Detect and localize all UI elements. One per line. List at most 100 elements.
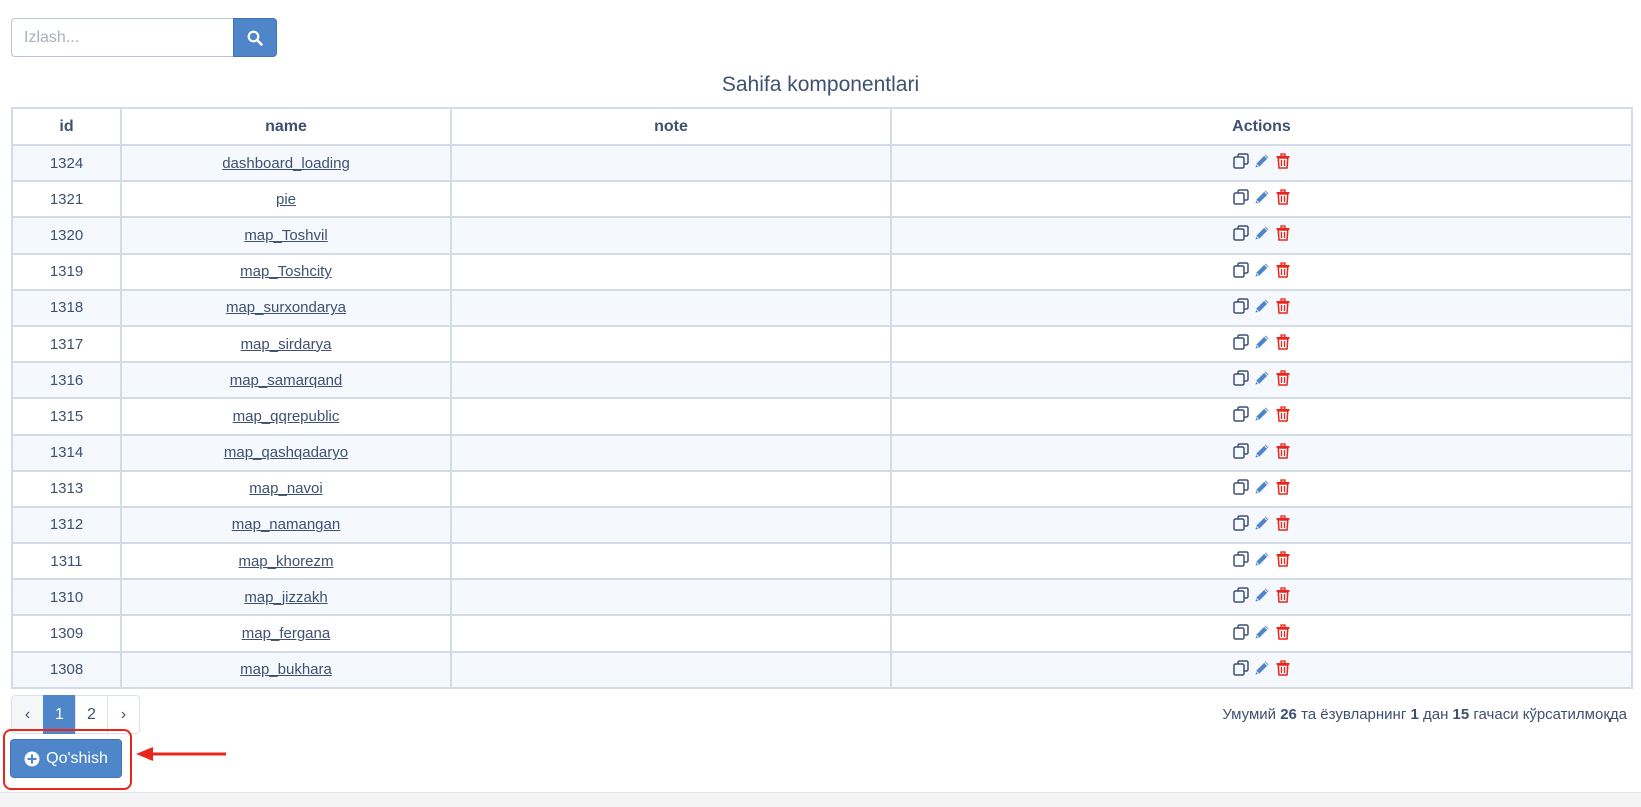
delete-icon[interactable]: [1275, 587, 1291, 604]
column-header-actions: Actions: [890, 107, 1633, 146]
cell-actions: [890, 578, 1633, 617]
edit-icon[interactable]: [1254, 406, 1270, 422]
delete-icon[interactable]: [1275, 153, 1291, 169]
summary-suffix: гачаси кўрсатилмоқда: [1469, 706, 1627, 723]
delete-icon[interactable]: [1275, 225, 1291, 242]
edit-icon[interactable]: [1254, 298, 1270, 314]
table-row: 1310 map_jizzakh: [11, 578, 1633, 617]
cell-name: map_samarqand: [120, 361, 452, 400]
copy-icon[interactable]: [1232, 225, 1249, 242]
component-name-link[interactable]: map_fergana: [242, 625, 330, 642]
row-actions: [1232, 261, 1291, 278]
edit-icon[interactable]: [1254, 479, 1270, 495]
column-header-note[interactable]: note: [450, 107, 892, 146]
delete-icon[interactable]: [1275, 370, 1291, 386]
row-actions: [1232, 370, 1291, 386]
delete-icon[interactable]: [1275, 515, 1291, 531]
summary-prefix: Умумий: [1222, 706, 1281, 723]
search-input[interactable]: [11, 18, 233, 57]
search-button[interactable]: [233, 18, 277, 57]
component-name-link[interactable]: pie: [276, 191, 296, 208]
column-header-name[interactable]: name: [120, 107, 452, 146]
delete-icon[interactable]: [1275, 623, 1291, 640]
copy-icon[interactable]: [1232, 442, 1249, 459]
cell-id: 1324: [11, 143, 122, 183]
delete-icon[interactable]: [1275, 334, 1291, 350]
edit-icon[interactable]: [1254, 370, 1270, 386]
copy-icon[interactable]: [1232, 261, 1249, 278]
copy-icon[interactable]: [1232, 334, 1249, 350]
copy-icon[interactable]: [1232, 298, 1249, 314]
copy-icon[interactable]: [1232, 515, 1249, 531]
copy-icon[interactable]: [1232, 189, 1249, 206]
cell-id: 1317: [11, 324, 122, 364]
cell-note: [450, 397, 892, 436]
component-name-link[interactable]: map_bukhara: [240, 661, 332, 678]
cell-id: 1313: [11, 469, 122, 508]
component-name-link[interactable]: map_navoi: [249, 480, 322, 497]
copy-icon[interactable]: [1232, 153, 1249, 169]
edit-icon[interactable]: [1254, 587, 1270, 603]
cell-note: [450, 180, 892, 219]
edit-icon[interactable]: [1254, 189, 1270, 205]
cell-actions: [890, 143, 1633, 183]
delete-icon[interactable]: [1275, 660, 1291, 676]
component-name-link[interactable]: map_qashqadaryo: [224, 444, 348, 461]
delete-icon[interactable]: [1275, 189, 1291, 206]
component-name-link[interactable]: map_qqrepublic: [233, 408, 340, 425]
component-name-link[interactable]: map_surxondarya: [226, 299, 346, 316]
table-row: 1324 dashboard_loading: [11, 143, 1633, 183]
delete-icon[interactable]: [1275, 551, 1291, 567]
component-name-link[interactable]: map_sirdarya: [241, 336, 332, 353]
copy-icon[interactable]: [1232, 479, 1249, 495]
cell-actions: [890, 614, 1633, 653]
add-button[interactable]: Qo'shish: [10, 739, 122, 778]
edit-icon[interactable]: [1254, 624, 1270, 640]
component-name-link[interactable]: map_Toshvil: [244, 227, 327, 244]
edit-icon[interactable]: [1254, 262, 1270, 278]
search-bar: [11, 18, 277, 57]
edit-icon[interactable]: [1254, 660, 1270, 676]
delete-icon[interactable]: [1275, 262, 1291, 278]
copy-icon[interactable]: [1232, 587, 1249, 604]
delete-icon[interactable]: [1275, 406, 1291, 423]
cell-actions: [890, 397, 1633, 436]
cell-name: pie: [120, 180, 452, 219]
component-name-link[interactable]: map_khorezm: [238, 553, 333, 570]
row-actions: [1232, 442, 1291, 459]
cell-note: [450, 433, 892, 472]
delete-icon[interactable]: [1275, 479, 1291, 495]
copy-icon[interactable]: [1232, 623, 1249, 640]
copy-icon[interactable]: [1232, 659, 1249, 676]
edit-icon[interactable]: [1254, 334, 1270, 350]
component-name-link[interactable]: map_samarqand: [230, 372, 343, 389]
table-row: 1314 map_qashqadaryo: [11, 433, 1633, 472]
edit-icon[interactable]: [1254, 225, 1270, 241]
component-name-link[interactable]: map_Toshcity: [240, 263, 332, 280]
cell-name: map_jizzakh: [120, 578, 452, 617]
edit-icon[interactable]: [1254, 153, 1270, 169]
copy-icon[interactable]: [1232, 370, 1249, 386]
edit-icon[interactable]: [1254, 551, 1270, 567]
column-header-id[interactable]: id: [11, 107, 122, 146]
cell-id: 1321: [11, 180, 122, 219]
cell-note: [450, 143, 892, 183]
cell-id: 1308: [11, 650, 122, 689]
copy-icon[interactable]: [1232, 406, 1249, 423]
edit-icon[interactable]: [1254, 443, 1270, 459]
cell-actions: [890, 650, 1633, 689]
delete-icon[interactable]: [1275, 298, 1291, 314]
component-name-link[interactable]: dashboard_loading: [222, 155, 350, 172]
row-actions: [1232, 659, 1291, 676]
plus-circle-icon: [24, 751, 40, 767]
component-name-link[interactable]: map_namangan: [232, 516, 340, 533]
edit-icon[interactable]: [1254, 515, 1270, 531]
cell-name: map_sirdarya: [120, 324, 452, 364]
cell-name: map_qqrepublic: [120, 397, 452, 436]
row-actions: [1232, 479, 1291, 495]
cell-note: [450, 505, 892, 545]
delete-icon[interactable]: [1275, 442, 1291, 459]
copy-icon[interactable]: [1232, 551, 1249, 567]
components-table: id name note Actions 1324 dashboard_loadi…: [11, 107, 1633, 689]
component-name-link[interactable]: map_jizzakh: [244, 589, 327, 606]
